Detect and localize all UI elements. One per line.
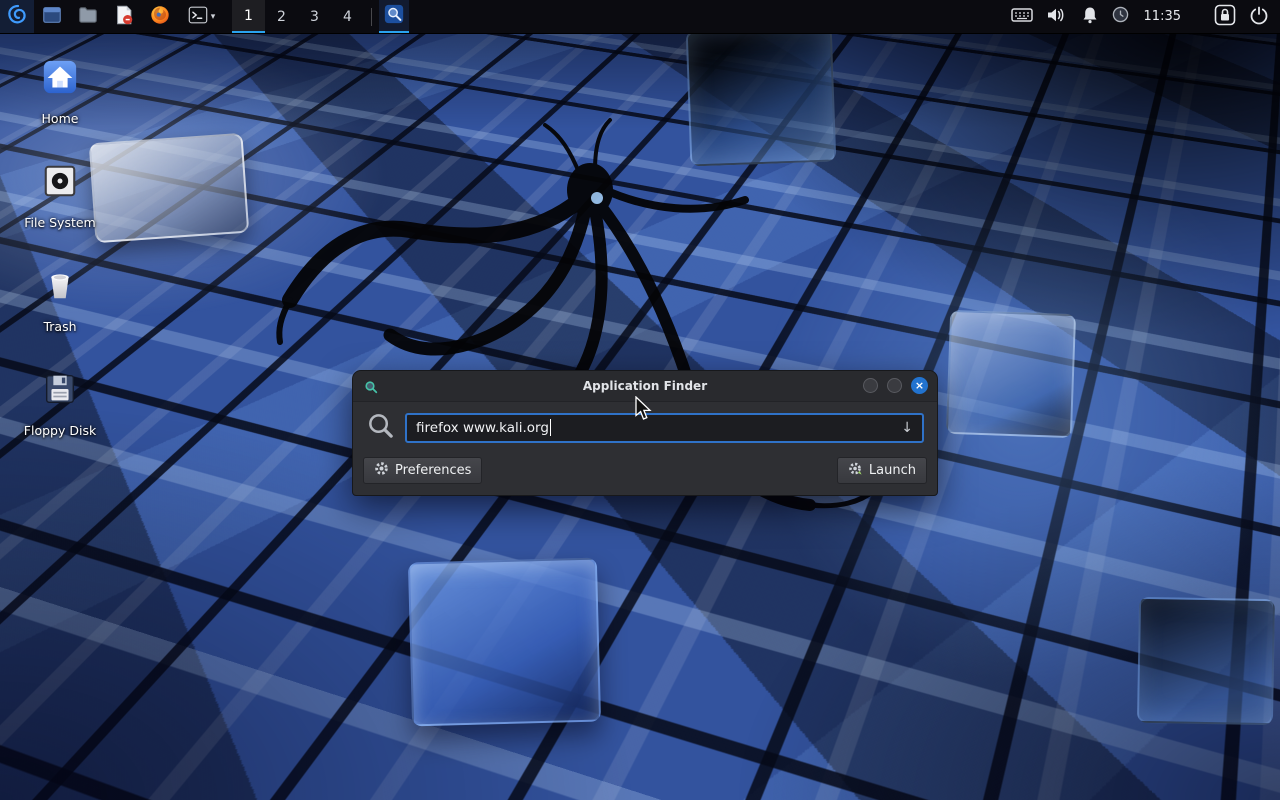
desktop-icon-label: File System <box>24 215 96 230</box>
power-button[interactable] <box>1242 0 1276 33</box>
firefox-icon <box>149 4 171 30</box>
launch-label: Launch <box>869 463 916 478</box>
trash-icon <box>41 266 79 308</box>
desktop-icon-label: Trash <box>43 319 76 334</box>
window-controls: × <box>863 377 928 394</box>
text-caret <box>550 419 552 436</box>
maximize-button[interactable] <box>887 378 902 393</box>
notifications-tray-button[interactable] <box>1073 0 1107 33</box>
launcher-firefox[interactable] <box>142 0 178 33</box>
button-row: Preferences Launch <box>353 444 937 484</box>
terminal-icon <box>187 4 209 30</box>
workspace-4[interactable]: 4 <box>331 0 364 33</box>
desktop-icon-file-system[interactable]: File System <box>18 162 102 230</box>
screen-lock-button[interactable] <box>1208 0 1242 33</box>
minimize-button[interactable] <box>863 378 878 393</box>
search-row: firefox www.kali.org ↓ <box>353 402 937 444</box>
close-icon: × <box>915 380 924 391</box>
system-tray: 11:35 <box>1005 0 1280 33</box>
lock-icon <box>1214 4 1236 30</box>
file-system-drive-icon <box>41 162 79 204</box>
kali-menu-button[interactable] <box>0 0 34 33</box>
application-finder-window: Application Finder × firefox www.kali.or… <box>352 370 938 496</box>
clock[interactable]: 11:35 <box>1135 0 1190 33</box>
desktop-icon-home[interactable]: Home <box>18 58 102 126</box>
panel-launchers: ▾ 1 2 3 4 <box>0 0 409 33</box>
volume-tray-button[interactable] <box>1039 0 1073 33</box>
status-tray-button[interactable] <box>1107 0 1135 33</box>
search-input-value: firefox www.kali.org <box>416 420 549 436</box>
desktop-icon-floppy-disk[interactable]: Floppy Disk <box>18 370 102 438</box>
workspace-switcher: 1 2 3 4 <box>232 0 364 33</box>
keyboard-icon <box>1011 7 1033 27</box>
entry-dropdown-icon[interactable]: ↓ <box>901 420 913 436</box>
launcher-folders[interactable] <box>70 0 106 33</box>
speaker-icon <box>1046 6 1066 28</box>
status-circle-icon <box>1112 6 1129 27</box>
preferences-label: Preferences <box>395 463 471 478</box>
desktop-icon-label: Floppy Disk <box>24 423 96 438</box>
taskbar-application-finder[interactable] <box>379 0 409 33</box>
preferences-button[interactable]: Preferences <box>363 457 482 484</box>
text-editor-icon <box>113 4 135 30</box>
search-icon <box>366 411 395 444</box>
home-folder-icon <box>41 58 79 100</box>
kali-logo-icon <box>5 3 29 31</box>
launcher-terminal[interactable]: ▾ <box>178 0 224 33</box>
workspace-2[interactable]: 2 <box>265 0 298 33</box>
workspace-3[interactable]: 3 <box>298 0 331 33</box>
launcher-text-editor[interactable] <box>106 0 142 33</box>
clock-text: 11:35 <box>1144 9 1181 24</box>
bell-icon <box>1080 5 1100 29</box>
folder-icon <box>77 4 99 30</box>
file-manager-icon <box>41 4 63 30</box>
floppy-disk-icon <box>41 370 79 412</box>
launch-button[interactable]: Launch <box>837 457 927 484</box>
window-title: Application Finder <box>353 379 937 393</box>
launch-icon <box>848 461 863 480</box>
top-panel: ▾ 1 2 3 4 <box>0 0 1280 34</box>
app-finder-icon <box>383 3 405 29</box>
desktop-icon-label: Home <box>42 111 79 126</box>
keyboard-layout-tray-button[interactable] <box>1005 0 1039 33</box>
close-button[interactable]: × <box>911 377 928 394</box>
panel-separator <box>371 8 372 26</box>
search-input[interactable]: firefox www.kali.org ↓ <box>405 413 924 443</box>
gear-icon <box>374 461 389 480</box>
titlebar[interactable]: Application Finder × <box>353 371 937 402</box>
terminal-dropdown-caret-icon[interactable]: ▾ <box>211 12 216 22</box>
desktop-icon-trash[interactable]: Trash <box>18 266 102 334</box>
power-icon <box>1249 5 1269 29</box>
workspace-1[interactable]: 1 <box>232 0 265 33</box>
launcher-file-manager[interactable] <box>34 0 70 33</box>
